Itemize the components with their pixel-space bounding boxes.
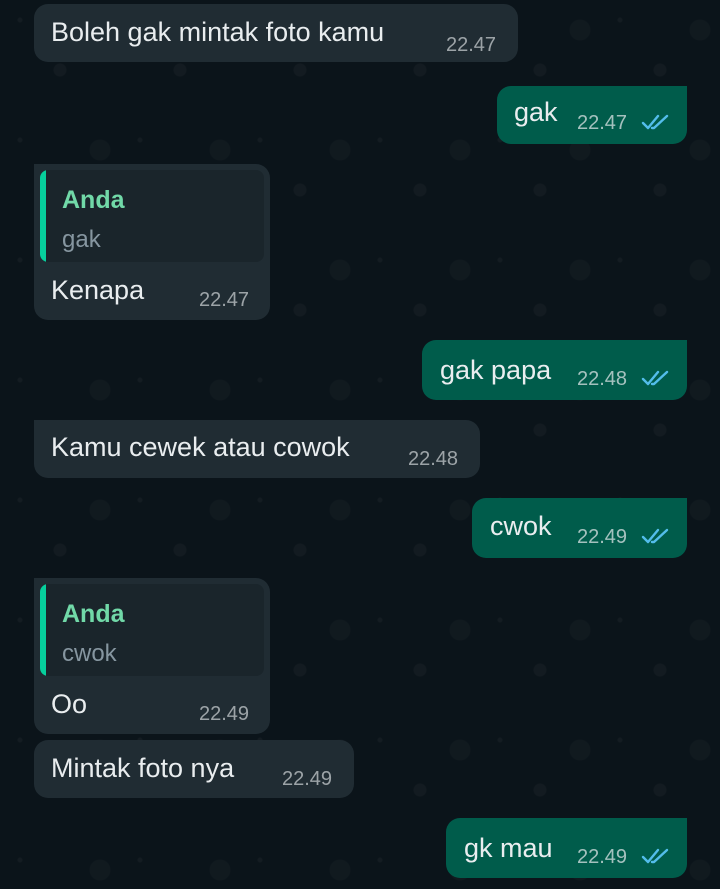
quote-text: gak [62,226,101,253]
message-text: gak papa [440,355,552,385]
message-text: Kenapa [51,275,145,305]
message-time: 22.49 [199,703,250,725]
incoming-message[interactable]: Kamu cewek atau cowok 22.48 [34,420,480,478]
outgoing-message[interactable]: cwok 22.49 [472,498,687,558]
quote-text: cwok [62,640,117,667]
incoming-message[interactable]: Mintak foto nya 22.49 [34,740,354,798]
quote-accent-bar [40,584,46,676]
read-double-check-icon [641,848,669,864]
quoted-message[interactable]: Anda cwok [40,584,264,676]
outgoing-message[interactable]: gk mau 22.49 [446,818,687,878]
message-time: 22.49 [577,526,628,548]
quote-author: Anda [62,186,125,214]
message-time: 22.48 [577,368,628,390]
message-text: Kamu cewek atau cowok [51,432,350,462]
message-time: 22.47 [199,289,250,311]
incoming-message[interactable]: Boleh gak mintak foto kamu 22.47 [34,4,518,62]
message-text: cwok [490,511,552,541]
message-text: Oo [51,689,88,719]
outgoing-message[interactable]: gak 22.47 [497,86,687,144]
message-text: Mintak foto nya [51,753,235,783]
message-time: 22.48 [408,448,459,470]
message-text: gk mau [464,833,553,863]
quote-accent-bar [40,170,46,262]
quote-author: Anda [62,600,125,628]
message-time: 22.47 [577,112,628,134]
message-time: 22.49 [577,846,628,868]
message-time: 22.47 [446,34,497,56]
outgoing-message[interactable]: gak papa 22.48 [422,340,687,400]
read-double-check-icon [641,370,669,386]
chat-background: Boleh gak mintak foto kamu 22.47 gak 22.… [0,0,720,889]
read-double-check-icon [641,114,669,130]
message-text: Boleh gak mintak foto kamu [51,17,385,47]
incoming-reply-message[interactable]: Anda gak Kenapa 22.47 [34,164,270,320]
message-time: 22.49 [282,768,333,790]
read-double-check-icon [641,528,669,544]
message-text: gak [514,97,558,127]
incoming-reply-message[interactable]: Anda cwok Oo 22.49 [34,578,270,734]
quoted-message[interactable]: Anda gak [40,170,264,262]
